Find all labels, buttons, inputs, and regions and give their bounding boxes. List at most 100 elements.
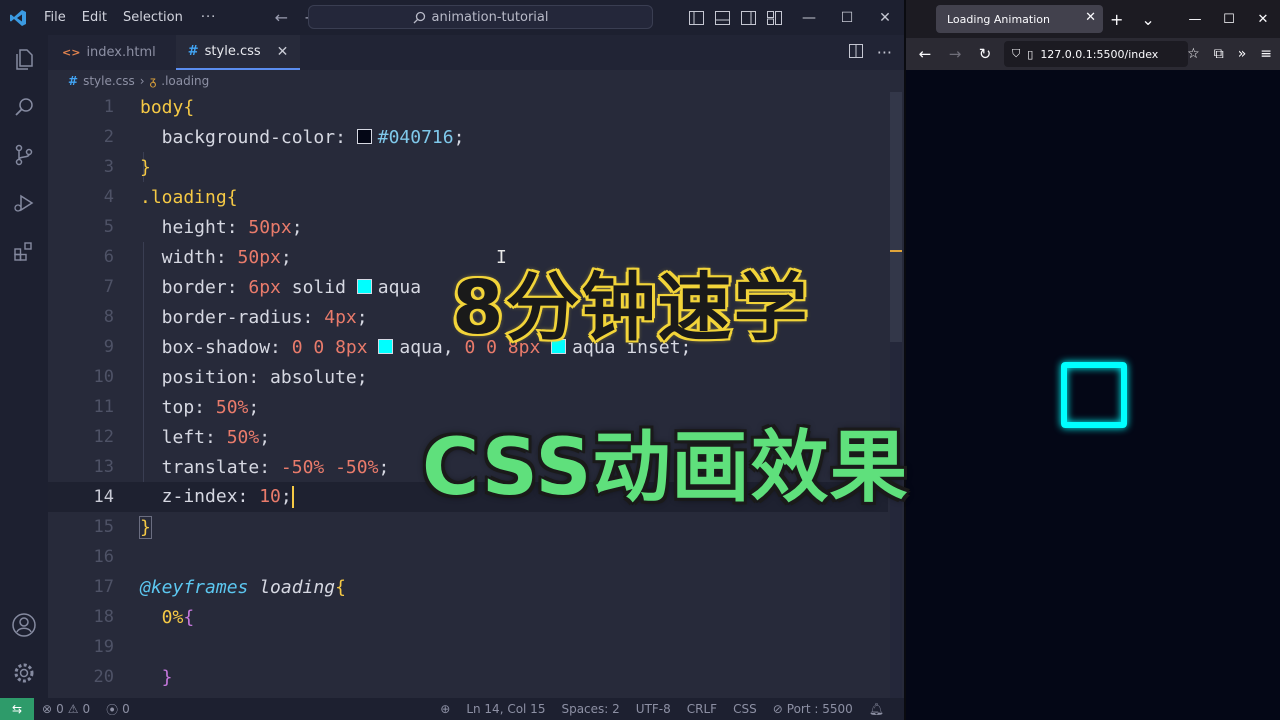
cursor-position[interactable]: Ln 14, Col 15: [458, 702, 553, 716]
menu-file[interactable]: File: [36, 10, 74, 25]
overlay-caption-top: 8分钟速学: [450, 263, 810, 353]
menu-edit[interactable]: Edit: [74, 10, 115, 25]
color-swatch[interactable]: [356, 278, 372, 294]
language-mode[interactable]: CSS: [725, 702, 765, 716]
split-editor-icon[interactable]: [848, 43, 863, 62]
vscode-window: File Edit Selection ··· ← → animation-tu…: [0, 0, 904, 720]
more-tools-chevron-icon[interactable]: »: [1238, 46, 1247, 62]
browser-window: Loading Animation ✕ + ⌄ — ☐ ✕ ← → ↻ ⛉ ▯ …: [904, 0, 1280, 720]
symbol-class-icon: ᵹ: [149, 74, 157, 88]
status-bar: ⇆ ⊗ 0 ⚠ 0 ⦿ 0 ⊕ Ln 14, Col 15 Spaces: 2 UTF…: [0, 698, 904, 720]
new-tab-icon[interactable]: +: [1110, 10, 1123, 29]
command-center-label: animation-tutorial: [431, 9, 549, 25]
notifications-bell-icon[interactable]: 🔔︎: [861, 702, 892, 716]
problems-status[interactable]: ⊗ 0 ⚠ 0: [34, 702, 98, 716]
close-tab-icon[interactable]: ✕: [1085, 10, 1096, 25]
forward-icon[interactable]: →: [940, 45, 970, 63]
code-line: 10 position: absolute;: [93, 366, 368, 388]
page-icon: ▯: [1027, 47, 1034, 61]
tab-index-html[interactable]: <> index.html: [48, 35, 168, 70]
code-line: 3}: [103, 156, 151, 178]
activity-bar: [0, 35, 48, 698]
code-line: 18 0%{: [93, 606, 195, 628]
code-line: 20 }: [93, 666, 173, 688]
html-file-icon: <>: [62, 46, 81, 59]
shield-icon: ⛉: [1012, 47, 1021, 60]
url-text: 127.0.0.1:5500/index: [1040, 47, 1159, 61]
maximize-icon[interactable]: ☐: [1212, 0, 1246, 38]
loading-square: [1061, 362, 1127, 428]
extensions-icon[interactable]: [0, 227, 48, 275]
text-cursor: [291, 486, 294, 508]
code-line: 19: [93, 637, 114, 657]
search-icon: [413, 11, 425, 23]
indentation-status[interactable]: Spaces: 2: [553, 702, 627, 716]
warning-icon: ⚠: [67, 702, 79, 716]
browser-tab-title: Loading Animation: [947, 12, 1050, 26]
toggle-primary-sidebar-icon[interactable]: [686, 8, 706, 28]
css-file-icon: #: [68, 74, 79, 88]
command-center-search[interactable]: animation-tutorial: [308, 5, 653, 29]
code-editor[interactable]: 1 body{ 2 background-color: #040716; 3} 4…: [48, 92, 904, 698]
browser-toolbar: ← → ↻ ⛉ ▯ 127.0.0.1:5500/index ☆ ⧉ » ≡: [906, 38, 1280, 70]
close-window-icon[interactable]: ✕: [1246, 0, 1280, 38]
eol-status[interactable]: CRLF: [679, 702, 725, 716]
explorer-icon[interactable]: [0, 35, 48, 83]
search-sidebar-icon[interactable]: [0, 83, 48, 131]
block-icon: ⊘: [772, 702, 783, 716]
encoding-status[interactable]: UTF-8: [628, 702, 679, 716]
live-server-port[interactable]: ⊘ Port : 5500: [765, 702, 861, 716]
address-bar[interactable]: ⛉ ▯ 127.0.0.1:5500/index: [1004, 41, 1188, 67]
menu-more-button[interactable]: ···: [191, 10, 226, 25]
color-swatch[interactable]: [378, 338, 394, 354]
vscode-logo-icon: [0, 0, 36, 35]
menu-selection[interactable]: Selection: [115, 10, 191, 25]
color-swatch[interactable]: [356, 128, 372, 144]
tab-style-css[interactable]: # style.css ✕: [175, 35, 301, 70]
close-window-icon[interactable]: ✕: [866, 0, 904, 35]
extensions-puzzle-icon[interactable]: ⧉: [1214, 46, 1224, 62]
broadcast-icon: ⦿: [106, 702, 119, 717]
scrollbar-thumb[interactable]: [890, 92, 902, 342]
breadcrumb-file[interactable]: style.css: [83, 74, 135, 88]
more-actions-icon[interactable]: ···: [877, 43, 892, 62]
accounts-icon[interactable]: [0, 601, 48, 649]
code-line: 16: [93, 547, 114, 567]
editor-scrollbar[interactable]: [890, 92, 902, 698]
close-tab-icon[interactable]: ✕: [277, 44, 289, 60]
reload-icon[interactable]: ↻: [970, 45, 1000, 63]
toggle-panel-icon[interactable]: [712, 8, 732, 28]
css-file-icon: #: [187, 44, 199, 59]
tab-label: index.html: [86, 45, 156, 60]
title-bar: File Edit Selection ··· ← → animation-tu…: [0, 0, 904, 35]
overlay-caption-bottom: CSS动画效果: [420, 421, 910, 515]
editor-tab-bar: <> index.html # style.css ✕ ···: [48, 35, 904, 70]
tab-label: style.css: [204, 44, 261, 59]
maximize-icon[interactable]: ☐: [828, 0, 866, 35]
breadcrumb: # style.css › ᵹ .loading: [48, 70, 209, 92]
breadcrumb-symbol[interactable]: .loading: [161, 74, 209, 88]
chevron-right-icon: ›: [139, 74, 145, 88]
remote-indicator-icon[interactable]: ⇆: [0, 698, 34, 720]
scrollbar-cursor-marker: [890, 250, 902, 252]
code-line: 4 .loading{: [103, 186, 238, 208]
browser-viewport: [906, 70, 1280, 720]
code-line: 17 @keyframes loading{: [93, 576, 346, 598]
customize-layout-icon[interactable]: [764, 8, 784, 28]
ports-status[interactable]: ⦿ 0: [98, 701, 138, 718]
settings-gear-icon[interactable]: [0, 649, 48, 697]
toggle-secondary-sidebar-icon[interactable]: [738, 8, 758, 28]
run-debug-icon[interactable]: [0, 179, 48, 227]
back-icon[interactable]: ←: [910, 45, 940, 63]
bookmark-star-icon[interactable]: ☆: [1187, 46, 1200, 62]
error-icon: ⊗: [42, 702, 53, 716]
minimize-icon[interactable]: —: [790, 0, 828, 35]
browser-tab-active[interactable]: Loading Animation ✕: [936, 5, 1103, 33]
code-line: 2 background-color: #040716;: [103, 126, 465, 148]
list-tabs-chevron-down-icon[interactable]: ⌄: [1141, 10, 1154, 29]
minimize-icon[interactable]: —: [1178, 0, 1212, 38]
source-control-icon[interactable]: [0, 131, 48, 179]
zoom-icon[interactable]: ⊕: [432, 702, 458, 716]
hamburger-menu-icon[interactable]: ≡: [1260, 46, 1272, 62]
nav-back-icon[interactable]: ←: [266, 8, 296, 27]
